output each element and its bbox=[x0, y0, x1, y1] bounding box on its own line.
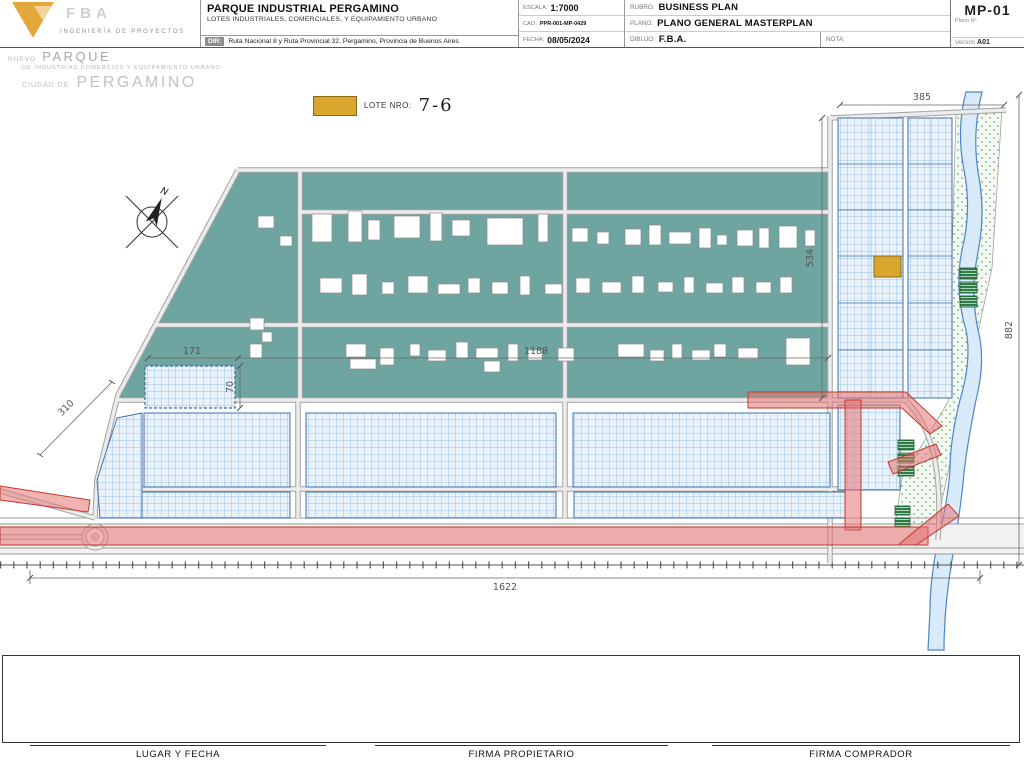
highlight-lot-7-6 bbox=[873, 255, 902, 278]
dimension-882: 882 bbox=[1004, 91, 1023, 569]
dim-534-label: 534 bbox=[805, 249, 816, 267]
logo-cell: FBA INGENIERÍA DE PROYECTOS bbox=[0, 0, 200, 47]
legend-lot-number: 7-6 bbox=[418, 95, 454, 116]
signature-place-date: LUGAR Y FECHA bbox=[30, 745, 326, 760]
rubro-value: BUSINESS PLAN bbox=[658, 2, 739, 13]
watermark-line2: DE INDUSTRIAS COMERCIOS Y EQUIPAMIENTO U… bbox=[22, 65, 221, 72]
cad-label: CAD: bbox=[523, 20, 537, 27]
watermark-nuevo: NUEVO bbox=[8, 56, 37, 63]
watermark-ciudad: CIUDAD DE bbox=[22, 82, 70, 90]
cad-value: PPR-001-MP-0429 bbox=[539, 20, 587, 27]
legend: LOTE NRO: 7-6 bbox=[313, 95, 454, 116]
plano-value: PLANO GENERAL MASTERPLAN bbox=[657, 18, 813, 29]
watermark-parque: PARQUE bbox=[42, 49, 112, 64]
north-arrow-icon: N bbox=[125, 185, 179, 249]
nota-label: NOTA: bbox=[826, 36, 845, 43]
dim-882-label: 882 bbox=[1004, 321, 1015, 339]
escala-value: 1:7000 bbox=[550, 2, 579, 13]
brand-tagline: INGENIERÍA DE PROYECTOS bbox=[60, 29, 185, 35]
project-title: PARQUE INDUSTRIAL PERGAMINO bbox=[207, 3, 400, 15]
watermark-pergamino: PERGAMINO bbox=[76, 74, 197, 92]
fecha-value: 08/05/2024 bbox=[547, 34, 590, 45]
dim-310-label: 310 bbox=[56, 398, 77, 419]
project-cell: PARQUE INDUSTRIAL PERGAMINO LOTES INDUST… bbox=[200, 0, 518, 47]
title-block: FBA INGENIERÍA DE PROYECTOS PARQUE INDUS… bbox=[0, 0, 1024, 48]
signature-buyer: FIRMA COMPRADOR bbox=[712, 745, 1010, 760]
dibujo-value: F.B.A. bbox=[658, 34, 687, 45]
info-cell: RUBRO: BUSINESS PLAN PLANO: PLANO GENERA… bbox=[624, 0, 950, 47]
rubro-label: RUBRO: bbox=[630, 4, 655, 11]
north-label: N bbox=[159, 185, 170, 198]
dimension-1622: 1622 bbox=[26, 570, 984, 593]
watermark: NUEVO PARQUE DE INDUSTRIAS COMERCIOS Y E… bbox=[8, 49, 221, 92]
escala-label: ESCALA: bbox=[523, 4, 548, 11]
surveyed-block bbox=[144, 365, 236, 409]
masterplan-sheet: FBA INGENIERÍA DE PROYECTOS PARQUE INDUS… bbox=[0, 0, 1024, 768]
masterplan-drawing: 385 534 882 1188 171 70 310 1622 N bbox=[0, 91, 1024, 651]
brand-name: FBA bbox=[66, 5, 112, 22]
dim-171-label: 171 bbox=[183, 346, 201, 357]
sheet-label: Plano N° bbox=[955, 18, 977, 24]
dim-1188-label: 1188 bbox=[524, 346, 548, 357]
dim-1622-label: 1622 bbox=[493, 582, 517, 593]
lot-color-swatch bbox=[313, 95, 357, 116]
signature-owner: FIRMA PROPIETARIO bbox=[375, 745, 668, 760]
dim-70-label: 70 bbox=[225, 381, 236, 393]
sheet-cell: MP-01 Plano N° Versión A01 bbox=[950, 0, 1024, 47]
meta-cell: ESCALA: 1:7000 CAD: PPR-001-MP-0429 FECH… bbox=[518, 0, 624, 47]
sheet-number: MP-01 bbox=[964, 2, 1011, 18]
notes-box bbox=[2, 655, 1020, 743]
project-subtitle: LOTES INDUSTRIALES, COMERCIALES, Y EQUIP… bbox=[207, 16, 438, 23]
dibujo-label: DIBUJO: bbox=[630, 36, 655, 43]
sheet-version: Versión A01 bbox=[951, 37, 1024, 47]
dir-value: Ruta Nacional 8 y Ruta Provincial 32, Pe… bbox=[228, 38, 459, 45]
legend-label: LOTE NRO: bbox=[364, 101, 412, 110]
fecha-label: FECHA: bbox=[523, 36, 545, 43]
plano-label: PLANO: bbox=[630, 20, 654, 27]
fba-logo-icon bbox=[12, 2, 54, 38]
dim-385-label: 385 bbox=[913, 92, 931, 103]
dir-label: DIR: bbox=[205, 37, 225, 46]
